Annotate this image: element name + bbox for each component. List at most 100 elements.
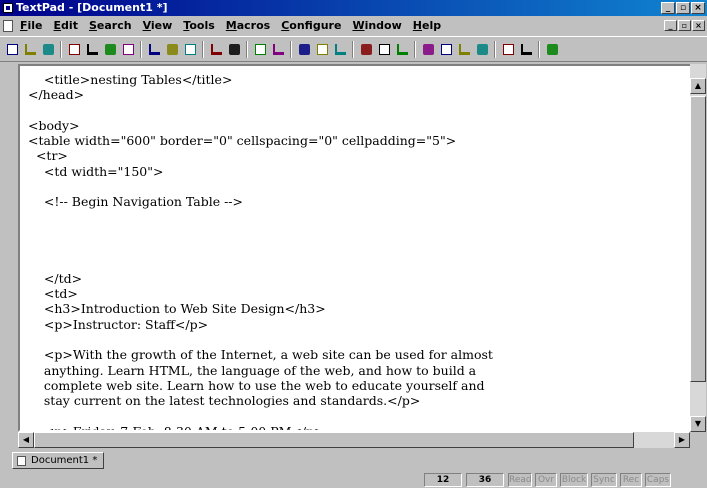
code-line[interactable]: <body> — [28, 118, 493, 133]
status-bar: 12 36 Read Ovr Block Sync Rec Caps — [0, 471, 707, 488]
app-icon[interactable] — [3, 3, 13, 13]
find-icon[interactable] — [420, 41, 437, 58]
code-line[interactable] — [28, 103, 493, 118]
textpad-window: TextPad - [Document1 *] _ ▫ × File Edit Se… — [0, 0, 707, 488]
editor-pane[interactable]: <title>nesting Tables</title> </head> <bod… — [18, 64, 692, 432]
toolbar-separator — [60, 41, 62, 58]
doc-restore-button[interactable]: ▫ — [678, 20, 691, 31]
save-all-icon[interactable] — [66, 41, 83, 58]
doc-minimize-button[interactable]: _ — [664, 20, 677, 31]
code-line[interactable]: <p>Friday, 7-Feb, 8:30 AM to 5:00 PM</p> — [28, 424, 493, 430]
toolbar-separator — [538, 41, 540, 58]
paragraph-icon[interactable] — [314, 41, 331, 58]
previous-window-icon[interactable] — [500, 41, 517, 58]
next-window-icon[interactable] — [518, 41, 535, 58]
help-icon[interactable] — [544, 41, 561, 58]
menu-edit[interactable]: Edit — [54, 17, 78, 35]
code-line[interactable] — [28, 210, 493, 225]
code-line[interactable]: </td> — [28, 271, 493, 286]
toolbar-separator — [290, 41, 292, 58]
menu-window[interactable]: Window — [352, 17, 401, 35]
code-text[interactable]: <title>nesting Tables</title> </head> <bod… — [28, 72, 493, 430]
word-wrap-icon[interactable] — [296, 41, 313, 58]
window-title: TextPad - [Document1 *] — [16, 1, 168, 14]
menu-bar: File Edit Search View Tools Macros Configure Wi… — [0, 17, 707, 35]
code-line[interactable]: anything. Learn HTML, the language of th… — [28, 363, 493, 378]
vertical-scroll-thumb[interactable] — [690, 96, 706, 382]
menu-search[interactable]: Search — [89, 17, 132, 35]
copy-icon[interactable] — [164, 41, 181, 58]
status-indicator-read: Read — [508, 473, 532, 487]
code-line[interactable] — [28, 332, 493, 347]
print-icon[interactable] — [84, 41, 101, 58]
toolbar-separator — [414, 41, 416, 58]
replace-icon[interactable] — [456, 41, 473, 58]
code-line[interactable]: <table width="600" border="0" cellspacin… — [28, 133, 493, 148]
document-tab-bar: Document1 * — [0, 450, 707, 470]
code-line[interactable]: <!-- Begin Navigation Table --> — [28, 194, 493, 209]
open-file-icon[interactable] — [22, 41, 39, 58]
menu-macros[interactable]: Macros — [226, 17, 270, 35]
close-button[interactable]: × — [691, 2, 705, 14]
document-icon — [17, 456, 26, 466]
code-line[interactable]: <td> — [28, 286, 493, 301]
new-file-icon[interactable] — [4, 41, 21, 58]
code-line[interactable]: stay current on the latest technologies … — [28, 393, 493, 408]
document-tab[interactable]: Document1 * — [12, 452, 105, 469]
code-line[interactable] — [28, 225, 493, 240]
scroll-left-button[interactable]: ◀ — [18, 432, 34, 448]
code-line[interactable]: <p>Instructor: Staff</p> — [28, 317, 493, 332]
menu-file[interactable]: File — [20, 17, 43, 35]
horizontal-scroll-thumb[interactable] — [34, 432, 634, 448]
code-line[interactable] — [28, 179, 493, 194]
minimize-button[interactable]: _ — [661, 2, 675, 14]
scroll-down-button[interactable]: ▼ — [690, 416, 706, 432]
right-align-icon[interactable] — [270, 41, 287, 58]
left-align-icon[interactable] — [252, 41, 269, 58]
maximize-button[interactable]: ▫ — [676, 2, 690, 14]
status-indicator-sync: Sync — [591, 473, 617, 487]
title-bar[interactable]: TextPad - [Document1 *] _ ▫ × — [0, 0, 707, 16]
document-icon[interactable] — [3, 20, 13, 32]
code-line[interactable] — [28, 409, 493, 424]
cut-icon[interactable] — [146, 41, 163, 58]
find-next-icon[interactable] — [438, 41, 455, 58]
code-line[interactable]: <td width="150"> — [28, 164, 493, 179]
compare-icon[interactable] — [394, 41, 411, 58]
status-indicator-ovr: Ovr — [535, 473, 557, 487]
redo-icon[interactable] — [226, 41, 243, 58]
sort-icon[interactable] — [376, 41, 393, 58]
code-line[interactable]: <title>nesting Tables</title> — [28, 72, 493, 87]
code-line[interactable]: </head> — [28, 87, 493, 102]
scroll-right-button[interactable]: ▶ — [674, 432, 690, 448]
status-indicator-block: Block — [560, 473, 588, 487]
code-line[interactable]: <p>With the growth of the Internet, a we… — [28, 347, 493, 362]
status-indicator-caps: Caps — [645, 473, 671, 487]
toolbar-separator — [202, 41, 204, 58]
menu-help[interactable]: Help — [413, 17, 441, 35]
spell-check-icon[interactable] — [358, 41, 375, 58]
code-line[interactable]: complete web site. Learn how to use the … — [28, 378, 493, 393]
scroll-up-button[interactable]: ▲ — [690, 78, 706, 94]
save-icon[interactable] — [40, 41, 57, 58]
tool-output-icon[interactable] — [474, 41, 491, 58]
spelling-icon[interactable] — [120, 41, 137, 58]
menu-configure[interactable]: Configure — [281, 17, 341, 35]
print-preview-icon[interactable] — [102, 41, 119, 58]
menu-tools[interactable]: Tools — [183, 17, 214, 35]
code-line[interactable] — [28, 240, 493, 255]
code-line[interactable] — [28, 256, 493, 271]
menu-view[interactable]: View — [143, 17, 173, 35]
block-select-icon[interactable] — [332, 41, 349, 58]
toolbar-separator — [246, 41, 248, 58]
toolbar-separator — [494, 41, 496, 58]
code-line[interactable]: <h3>Introduction to Web Site Design</h3> — [28, 301, 493, 316]
vertical-scrollbar[interactable]: ▲ ▼ — [690, 64, 706, 432]
status-column-number: 36 — [466, 473, 504, 487]
toolbar — [0, 36, 707, 62]
doc-close-button[interactable]: × — [692, 20, 705, 31]
undo-icon[interactable] — [208, 41, 225, 58]
paste-icon[interactable] — [182, 41, 199, 58]
code-line[interactable]: <tr> — [28, 148, 493, 163]
horizontal-scrollbar[interactable]: ◀ ▶ — [18, 432, 690, 448]
